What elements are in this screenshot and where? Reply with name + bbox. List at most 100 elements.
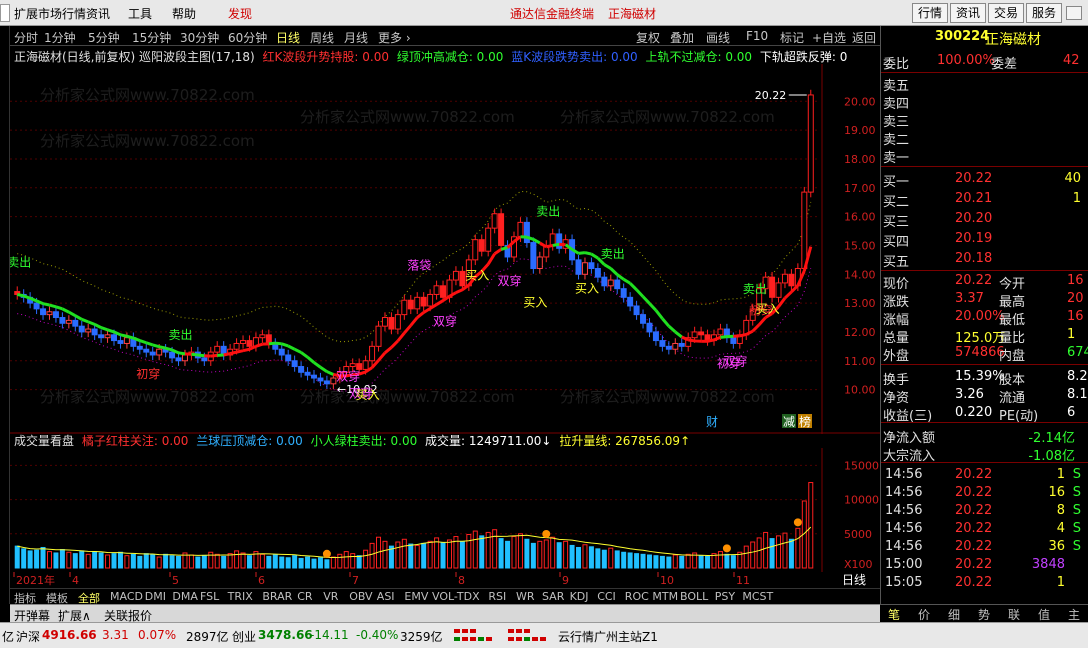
candle-body[interactable] [369,345,376,362]
candle-body[interactable] [472,239,479,261]
candle-body[interactable] [588,262,595,270]
candle-body[interactable] [85,328,92,333]
candle-body[interactable] [672,342,679,350]
volume-bar[interactable] [724,553,730,569]
menu-item-extended-market[interactable]: 扩展市场行情 [14,5,86,22]
indicator-tab-vr[interactable]: VR [323,590,338,603]
volume-bar[interactable] [227,553,233,569]
reduce-marker[interactable]: 减 [783,415,795,429]
candle-body[interactable] [452,270,459,281]
candle-body[interactable] [214,345,221,353]
indicator-tab-rsi[interactable]: RSI [488,590,506,603]
candle-body[interactable] [317,377,324,382]
volume-bar[interactable] [234,550,240,569]
indicator-tab-mtm[interactable]: MTM [652,590,678,603]
volume-bar[interactable] [46,551,52,569]
service-button[interactable]: 服务 [1026,3,1062,23]
candle-body[interactable] [291,360,298,368]
indicator-tab-cci[interactable]: CCI [597,590,616,603]
candle-body[interactable] [175,357,182,362]
candle-body[interactable] [440,285,447,298]
candle-body[interactable] [530,242,537,270]
volume-bar[interactable] [750,541,756,569]
candle-body[interactable] [607,279,614,287]
volume-bar[interactable] [569,544,575,569]
menu-item-tools[interactable]: 工具 [128,5,152,22]
indicator-tab-dmi[interactable]: DMI [145,590,166,603]
quote-tab[interactable]: 细 [948,606,960,623]
f10-button[interactable]: F10 [746,29,768,43]
candle-body[interactable] [149,351,156,356]
volume-bar[interactable] [401,538,407,569]
volume-bar[interactable] [137,555,143,569]
candle-body[interactable] [775,282,782,298]
volume-bar[interactable] [311,558,317,569]
candle-body[interactable] [123,337,130,344]
volume-bar[interactable] [330,556,336,569]
volume-bar[interactable] [98,552,104,569]
server-name[interactable]: 云行情广州主站Z1 [558,628,658,645]
candle-body[interactable] [259,334,266,339]
volume-bar[interactable] [550,536,556,569]
news-button[interactable]: 资讯 [950,3,986,23]
candle-body[interactable] [594,268,601,278]
candle-body[interactable] [498,213,505,246]
volume-bar[interactable] [143,553,149,569]
add-watchlist-button[interactable]: +自选 [812,29,846,46]
index-label-hushen[interactable]: 沪深 [16,628,40,645]
volume-bar[interactable] [14,545,20,569]
indicator-tab-macd[interactable]: MACD [110,590,143,603]
volume-bar[interactable] [576,546,582,569]
period-tab-1min[interactable]: 1分钟 [44,29,76,46]
volume-bar[interactable] [176,555,182,569]
indicator-tab-dma[interactable]: DMA [172,590,198,603]
menu-item-discover[interactable]: 发现 [228,5,252,22]
quote-tab[interactable]: 价 [918,606,930,623]
volume-bar[interactable] [343,551,349,569]
candle-body[interactable] [52,311,59,319]
volume-bar[interactable] [666,556,672,569]
volume-bar[interactable] [246,555,252,569]
volume-bar[interactable] [646,554,652,569]
indicator-tab-cr[interactable]: CR [297,590,312,603]
candle-body[interactable] [117,340,124,344]
volume-bar[interactable] [53,552,59,569]
volume-bar[interactable] [588,546,594,569]
volume-bar[interactable] [595,548,601,569]
candle-body[interactable] [381,317,388,327]
candle-body[interactable] [523,221,530,244]
volume-bar[interactable] [395,541,401,569]
volume-bar[interactable] [150,554,156,569]
volume-bar[interactable] [563,540,569,569]
volume-bar[interactable] [195,556,201,569]
volume-bar[interactable] [621,551,627,569]
indicator-tab-vol-tdx[interactable]: VOL-TDX [432,590,480,603]
volume-bar[interactable] [517,533,523,569]
volume-bar[interactable] [756,537,762,569]
period-tab-30min[interactable]: 30分钟 [180,29,219,46]
indicator-tab-emv[interactable]: EMV [404,590,428,603]
volume-bar[interactable] [356,555,362,569]
candle-body[interactable] [788,273,795,287]
quote-tab[interactable]: 势 [978,606,990,623]
indicator-tab-trix[interactable]: TRIX [228,590,253,603]
volume-bar[interactable] [498,538,504,569]
volume-bar[interactable] [130,553,136,569]
volume-bar[interactable] [427,540,433,569]
indicator-tab-brar[interactable]: BRAR [262,590,292,603]
candle-body[interactable] [536,256,543,270]
volume-bar[interactable] [188,554,194,569]
indicator-tab-wr[interactable]: WR [516,590,535,603]
volume-bar[interactable] [85,553,91,569]
candle-body[interactable] [304,371,311,376]
volume-bar[interactable] [788,538,794,569]
volume-bar[interactable] [492,529,498,569]
candle-body[interactable] [136,345,143,350]
volume-bar[interactable] [730,555,736,569]
volume-bar[interactable] [163,553,169,569]
candle-body[interactable] [111,334,117,342]
candle-body[interactable] [485,227,492,252]
candle-body[interactable] [246,340,253,347]
volume-bar[interactable] [266,555,272,569]
volume-bar[interactable] [782,532,788,569]
